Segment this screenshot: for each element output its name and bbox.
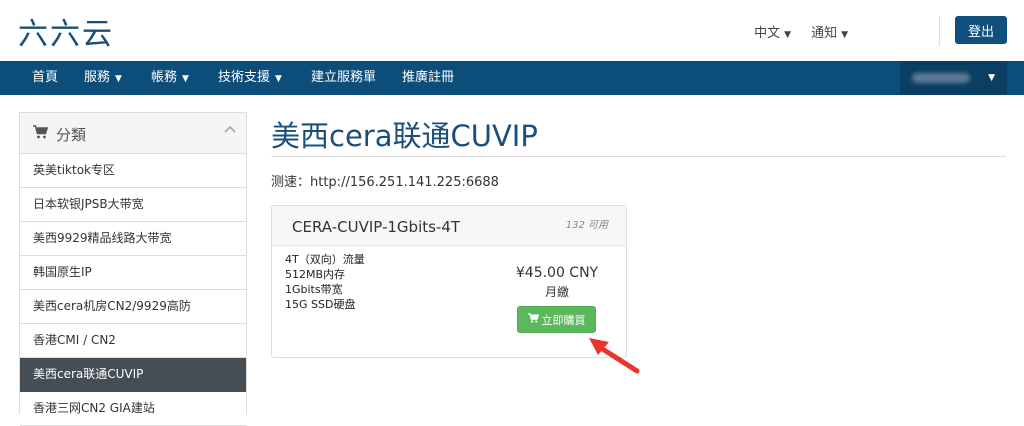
stock-count: 132 可用	[565, 220, 608, 231]
product-features: 4T（双向）流量 512MB内存 1Gbits带宽 15G SSD硬盘	[285, 252, 365, 312]
sidebar-item[interactable]: 美西cera机房CN2/9929高防	[20, 290, 246, 324]
nav-affiliate[interactable]: 推廣註冊	[402, 61, 454, 95]
feature-item: 4T（双向）流量	[285, 253, 365, 266]
buy-now-button[interactable]: 立即購買	[517, 306, 596, 333]
nav-label: 技術支援	[218, 70, 271, 85]
divider	[271, 156, 1006, 157]
sidebar-item[interactable]: 香港三网CN2 GIA建站	[20, 392, 246, 426]
feature-item: 15G SSD硬盘	[285, 298, 356, 311]
nav-billing[interactable]: 帳務 ▼	[151, 61, 189, 95]
cart-icon	[33, 125, 49, 143]
logo[interactable]: 六六云	[18, 9, 114, 53]
nav-label: 首頁	[32, 70, 59, 85]
chevron-up-icon[interactable]	[224, 122, 236, 140]
nav-home[interactable]: 首頁	[32, 61, 58, 95]
buy-now-label: 立即購買	[541, 313, 586, 327]
product-name: CERA-CUVIP-1Gbits-4T	[292, 218, 461, 236]
caret-down-icon: ▼	[275, 74, 282, 84]
speed-test-text: 测速：http://156.251.141.225:6688	[271, 175, 499, 190]
sidebar-item[interactable]: 日本软银JPSB大带宽	[20, 188, 246, 222]
redacted-username	[912, 73, 970, 83]
divider	[939, 16, 940, 46]
product-card: CERA-CUVIP-1Gbits-4T 132 可用 4T（双向）流量 512…	[271, 205, 627, 358]
sidebar-item-active[interactable]: 美西cera联通CUVIP	[20, 358, 246, 392]
sidebar-item[interactable]: 英美tiktok专区	[20, 154, 246, 188]
notifications-menu[interactable]: 通知 ▼	[811, 22, 848, 41]
nav-open-ticket[interactable]: 建立服務單	[311, 61, 376, 95]
language-label: 中文	[754, 26, 781, 41]
nav-services[interactable]: 服務 ▼	[84, 61, 122, 95]
sidebar-item[interactable]: 美西9929精品线路大带宽	[20, 222, 246, 256]
cart-icon	[527, 313, 539, 326]
account-menu[interactable]: ▼	[900, 61, 1007, 95]
nav-label: 建立服務單	[311, 70, 377, 85]
billing-cycle: 月繳	[544, 285, 569, 299]
top-links: 中文 ▼ 通知 ▼	[754, 22, 848, 41]
caret-down-icon: ▼	[115, 74, 122, 84]
feature-item: 512MB内存	[285, 268, 346, 281]
main-nav: 首頁 服務 ▼ 帳務 ▼ 技術支援 ▼ 建立服務單 推廣註冊 ▼	[0, 61, 1024, 95]
sidebar-item[interactable]: 韩国原生IP	[20, 256, 246, 290]
category-sidebar: 分類 英美tiktok专区 日本软银JPSB大带宽 美西9929精品线路大带宽 …	[19, 112, 247, 426]
nav-label: 帳務	[151, 70, 178, 85]
nav-support[interactable]: 技術支援 ▼	[218, 61, 282, 95]
sidebar-item[interactable]: 香港CMI / CN2	[20, 324, 246, 358]
feature-item: 1Gbits带宽	[285, 283, 343, 296]
nav-label: 服務	[84, 70, 111, 85]
caret-down-icon: ▼	[182, 74, 189, 84]
notifications-label: 通知	[811, 26, 838, 41]
caret-down-icon: ▼	[841, 30, 848, 40]
page-title: 美西cera联通CUVIP	[271, 119, 538, 153]
sidebar-header[interactable]: 分類	[20, 113, 246, 154]
nav-label: 推廣註冊	[402, 70, 455, 85]
language-menu[interactable]: 中文 ▼	[754, 22, 791, 41]
sidebar-heading: 分類	[56, 126, 87, 144]
red-arrow-annotation	[589, 338, 640, 374]
caret-down-icon: ▼	[784, 30, 792, 40]
product-price: ¥45.00 CNY	[515, 265, 599, 281]
caret-down-icon: ▼	[988, 73, 995, 83]
logout-button[interactable]: 登出	[955, 16, 1007, 44]
product-card-header: CERA-CUVIP-1Gbits-4T 132 可用	[272, 206, 626, 246]
header: 六六云 中文 ▼ 通知 ▼ 登出	[0, 0, 1024, 61]
